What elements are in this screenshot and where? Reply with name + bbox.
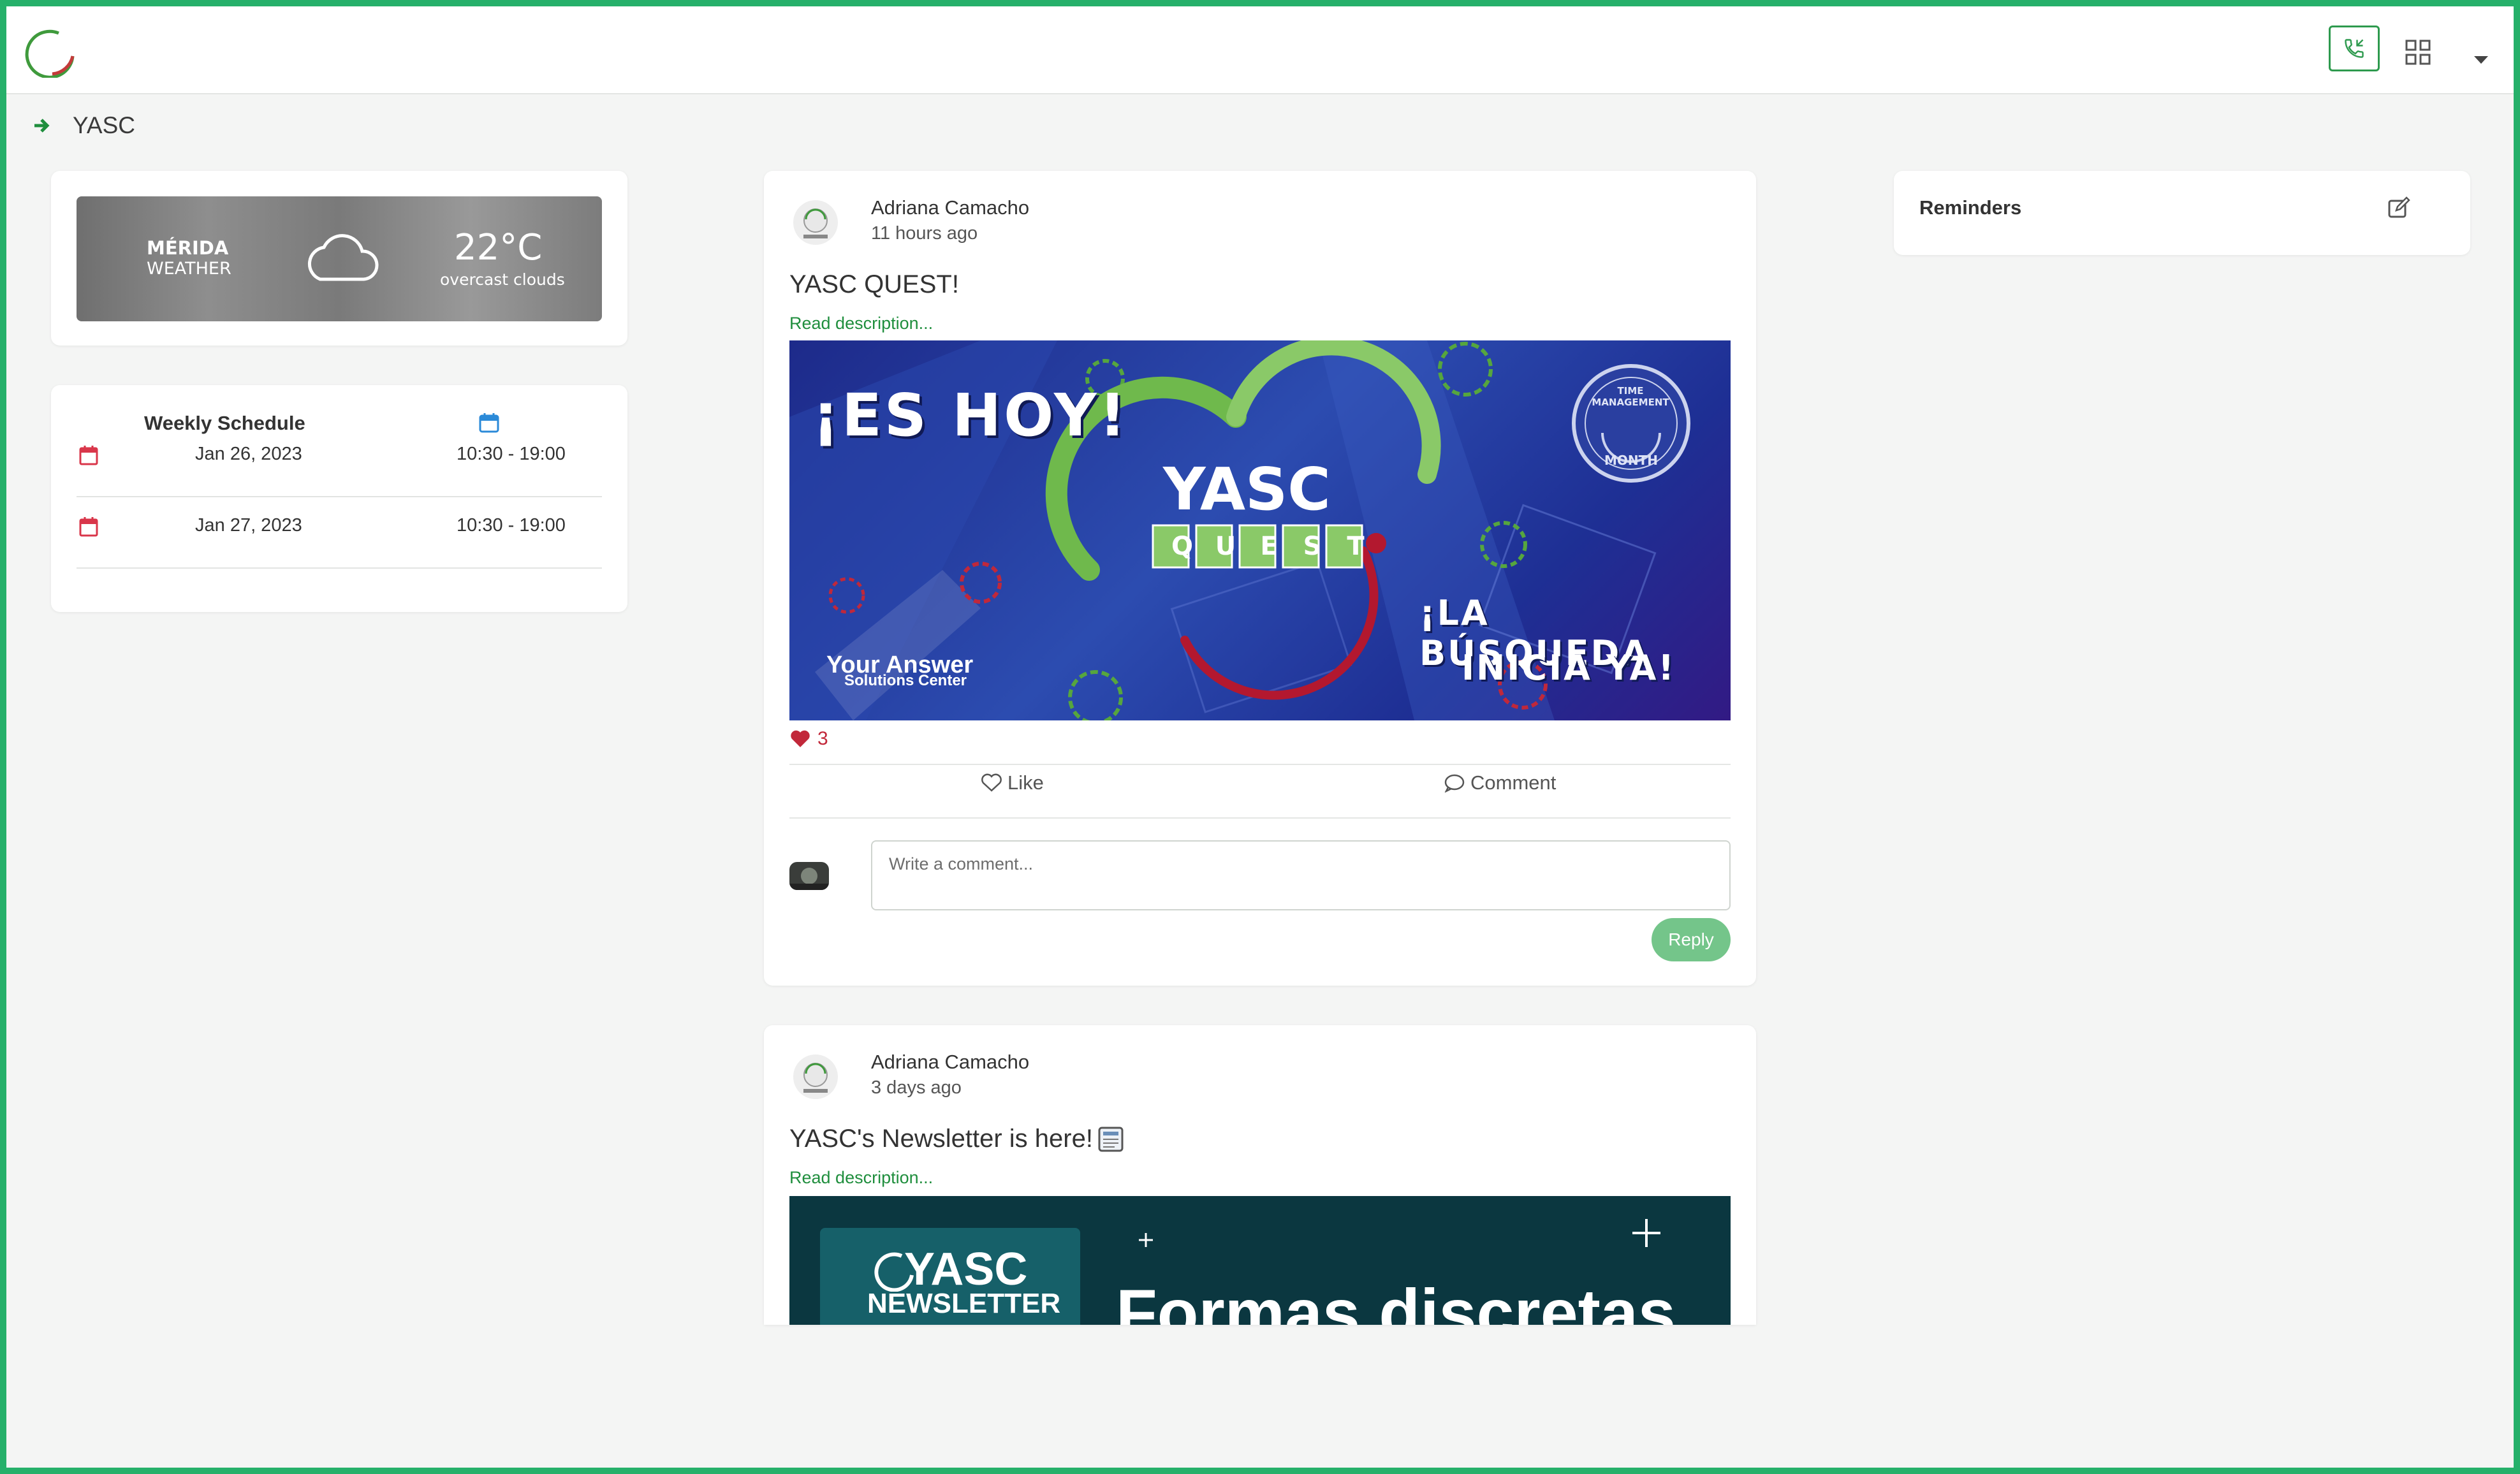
current-user-avatar: [789, 862, 829, 890]
comment-placeholder: Write a comment...: [889, 854, 1034, 873]
plus-icon: [1139, 1233, 1153, 1247]
banner-letter: S: [1303, 532, 1322, 561]
top-navbar: [6, 6, 2514, 94]
banner-letter: E: [1260, 532, 1278, 561]
schedule-time: 10:30 - 19:00: [457, 444, 566, 464]
newsletter-logo-subtitle: NEWSLETTER: [867, 1288, 1061, 1319]
newsletter-headline: Formas discretas: [1116, 1276, 1676, 1325]
reminders-card: Reminders: [1894, 171, 2470, 255]
banner-company-sub: Solutions Center: [844, 672, 967, 689]
banner-brand: YASC: [1163, 455, 1331, 523]
read-description-link[interactable]: Read description...: [789, 1168, 933, 1188]
reply-button[interactable]: Reply: [1652, 918, 1731, 961]
phone-icon: [2345, 39, 2364, 58]
breadcrumb: YASC: [32, 110, 135, 142]
weekly-schedule-card: Weekly Schedule Jan 26, 2023 10:30 - 19:…: [51, 385, 627, 612]
post-card: Adriana Camacho 11 hours ago YASC QUEST!…: [764, 171, 1756, 986]
caret-down-icon[interactable]: [2473, 55, 2489, 65]
weather-description: overcast clouds: [440, 270, 565, 289]
banner-letter: Q: [1171, 532, 1193, 561]
schedule-date: Jan 27, 2023: [195, 515, 302, 536]
plus-icon: [1632, 1219, 1660, 1247]
schedule-time: 10:30 - 19:00: [457, 515, 566, 536]
heart-outline-icon: [981, 773, 1002, 792]
likes-count: 3: [817, 728, 828, 749]
comment-button[interactable]: Comment: [1444, 771, 1556, 794]
edit-icon[interactable]: [2387, 196, 2410, 219]
divider: [789, 817, 1731, 819]
post-title: YASC's Newsletter is here!: [789, 1125, 1093, 1153]
weather-widget: MÉRIDA WEATHER 22°C overcast clouds: [77, 196, 602, 321]
comment-icon: [1444, 774, 1465, 792]
post-author[interactable]: Adriana Camacho: [871, 196, 1029, 219]
cloud-icon: [307, 234, 379, 281]
comment-input[interactable]: Write a comment...: [871, 840, 1731, 910]
avatar-icon: [803, 208, 828, 238]
post-time: 11 hours ago: [871, 223, 978, 244]
post-image[interactable]: ¡ES HOY! YASC Q U E S T TIME MANAGEMENT …: [789, 340, 1731, 720]
breadcrumb-current: YASC: [73, 112, 136, 138]
grid-icon[interactable]: [2405, 40, 2431, 65]
heart-icon: [791, 730, 810, 747]
badge-bottom-text: MONTH: [1604, 453, 1659, 468]
calendar-icon: [79, 446, 98, 465]
avatar-icon: [789, 868, 829, 890]
badge-top-text: TIME MANAGEMENT: [1592, 385, 1669, 408]
weather-card: MÉRIDA WEATHER 22°C overcast clouds: [51, 171, 627, 346]
weather-temperature: 22°C: [454, 227, 543, 268]
like-button[interactable]: Like: [981, 771, 1044, 794]
call-button[interactable]: [2329, 26, 2380, 71]
arrow-right-icon: [34, 119, 50, 133]
post-card: Adriana Camacho 3 days ago YASC's Newsle…: [764, 1025, 1756, 1325]
banner-letter: U: [1215, 532, 1236, 561]
like-label: Like: [1007, 771, 1044, 794]
avatar-icon: [803, 1063, 828, 1093]
schedule-date: Jan 26, 2023: [195, 444, 302, 464]
post-author[interactable]: Adriana Camacho: [871, 1051, 1029, 1074]
comment-label: Comment: [1470, 771, 1557, 794]
likes-summary[interactable]: 3: [789, 728, 828, 750]
banner-tagline: INICIA YA!: [1461, 648, 1676, 688]
banner-headline: ¡ES HOY!: [812, 381, 1129, 449]
post-title-row: YASC's Newsletter is here!: [789, 1125, 1125, 1153]
weather-label: WEATHER: [147, 259, 231, 279]
calendar-icon: [79, 517, 98, 537]
schedule-row: Jan 26, 2023 10:30 - 19:00: [77, 426, 602, 497]
yasc-logo-icon[interactable]: [20, 27, 79, 78]
newspaper-icon: [1098, 1127, 1124, 1151]
divider: [789, 764, 1731, 765]
reminders-title: Reminders: [1919, 196, 2022, 219]
banner-letter: T: [1347, 532, 1365, 561]
post-title: YASC QUEST!: [789, 270, 959, 298]
weather-city: MÉRIDA: [147, 237, 229, 259]
post-time: 3 days ago: [871, 1077, 962, 1098]
author-avatar[interactable]: [793, 1054, 838, 1099]
read-description-link[interactable]: Read description...: [789, 314, 933, 333]
author-avatar[interactable]: [793, 200, 838, 245]
schedule-row: Jan 27, 2023 10:30 - 19:00: [77, 497, 602, 569]
post-image[interactable]: YASC NEWSLETTER Formas discretas: [789, 1196, 1731, 1325]
